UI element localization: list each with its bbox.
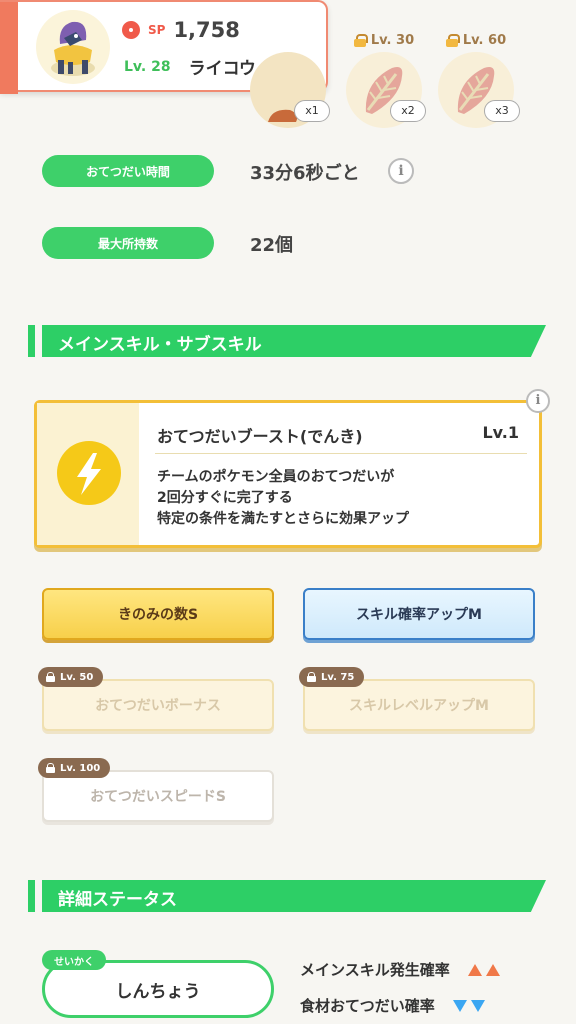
nature-up-label: メインスキル発生確率 [300,961,450,979]
main-skill-card[interactable]: おてつだいブースト(でんき) Lv.1 チームのポケモン全員のおてつだいが 2回… [34,400,542,548]
main-skill-description: チームのポケモン全員のおてつだいが 2回分すぐに完了する 特定の条件を満たすとさ… [157,469,409,527]
ingredient-lock-label: Lv. 60 [434,30,518,50]
lock-icon [445,34,460,47]
lock-icon [307,672,316,682]
ingredient-count-badge: x1 [294,100,330,122]
subskill-skill-chance-m[interactable]: スキル確率アップM [303,588,535,640]
help-time-value: 33分6秒ごと [250,163,360,184]
header-accent-bar [0,2,18,94]
unlock-level-tag: Lv. 50 [38,667,104,687]
nature-up-effect: メインスキル発生確率 [300,959,500,980]
pokemon-level: Lv. 28 [124,58,171,75]
main-skill-name: おてつだいブースト(でんき) [157,427,363,446]
ingredient-count-badge: x3 [484,100,520,122]
sp-value: 1,758 [173,18,240,42]
ingredient-lock [246,30,330,50]
ingredient-count-badge: x2 [390,100,426,122]
unlock-level-tag: Lv. 100 [38,758,111,778]
nature-value: しんちょう [115,982,201,1002]
lock-icon [46,763,55,773]
pokemon-portrait [36,10,110,84]
sp-row: SP 1,758 [122,18,240,42]
section-title: 詳細ステータス [58,890,177,910]
lightning-bolt-icon [57,441,121,505]
up-arrow-icon [467,963,482,976]
pokeball-icon [122,21,140,39]
nature-down-effect: 食材おてつだい確率 [300,995,485,1016]
info-icon[interactable]: i [388,158,414,184]
level-row: Lv. 28 ライコウ [124,54,256,80]
nature-down-label: 食材おてつだい確率 [300,997,435,1015]
down-arrow-icon [452,999,467,1012]
max-carry-value: 22個 [250,235,294,256]
divider [155,453,527,454]
lock-icon [353,34,368,47]
down-arrow-icon [470,999,485,1012]
sp-label: SP [148,23,166,37]
up-arrow-icon [485,963,500,976]
subskill-berry-count-s[interactable]: きのみの数S [42,588,274,640]
section-title: メインスキル・サブスキル [58,335,262,355]
ingredient-lock-label: Lv. 30 [342,30,426,50]
lock-icon [46,672,55,682]
help-time-label: おてつだい時間 [42,155,214,187]
main-skill-level: Lv.1 [482,423,519,442]
unlock-level-tag: Lv. 75 [299,667,365,687]
info-icon[interactable]: i [526,389,550,413]
max-carry-label: 最大所持数 [42,227,214,259]
nature-tag: せいかく [42,950,106,970]
